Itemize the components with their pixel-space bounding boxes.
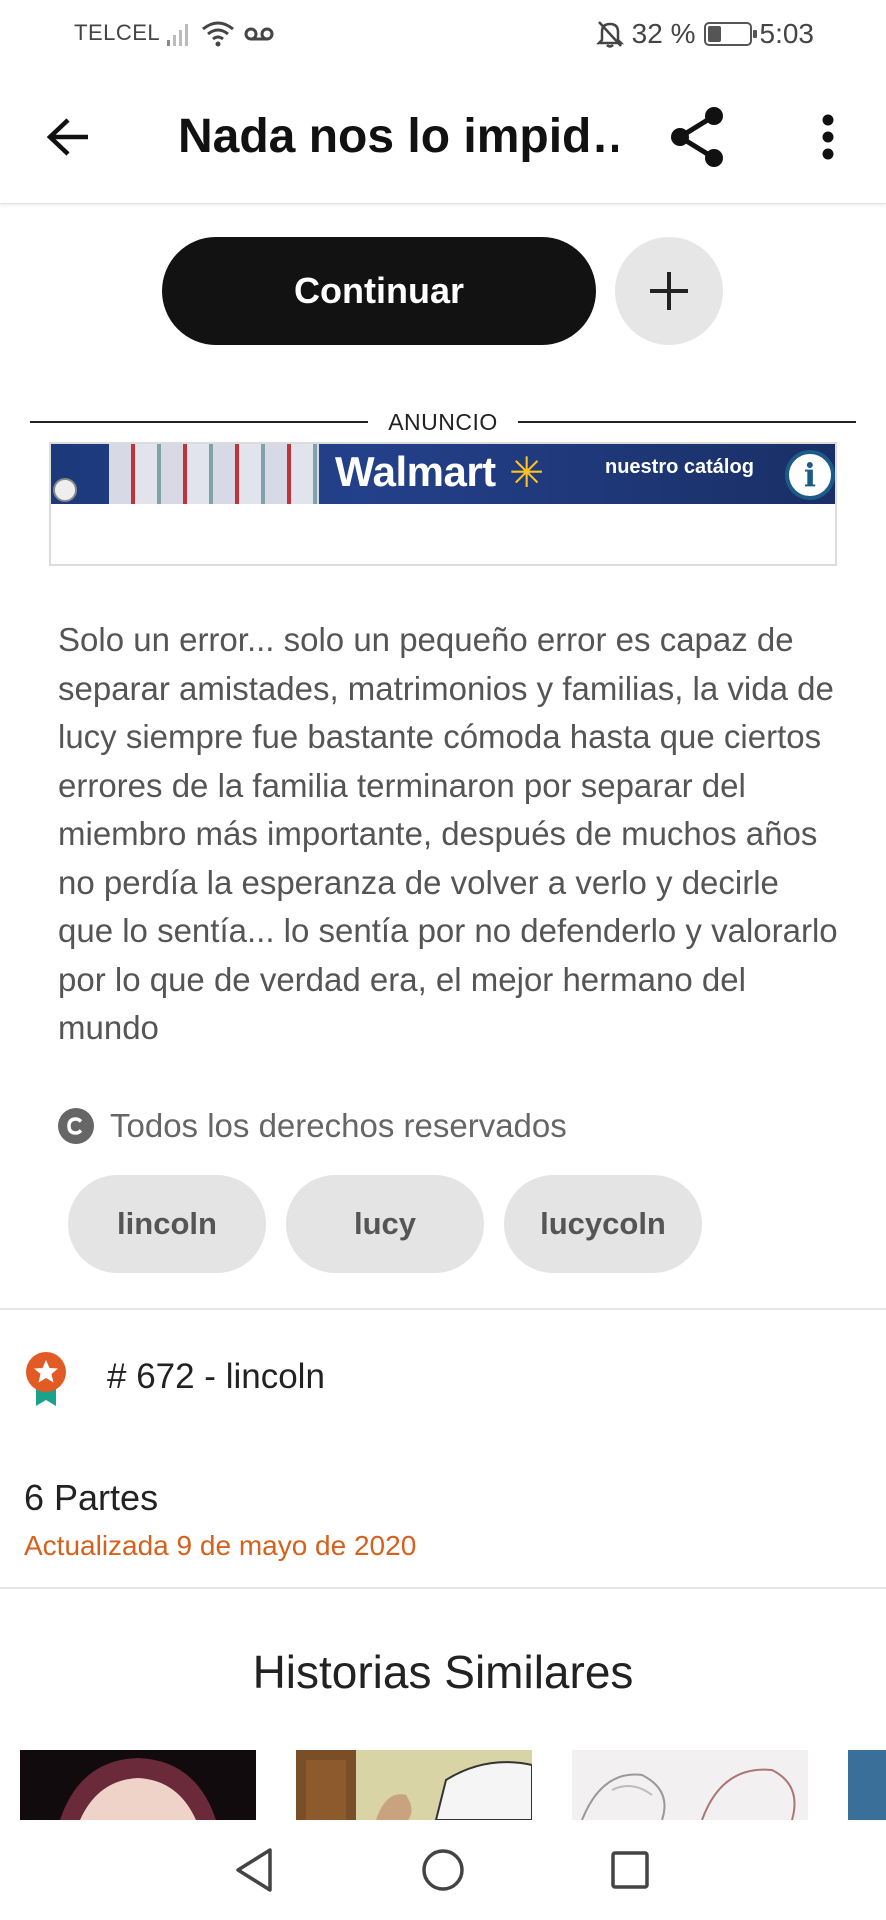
parts-count[interactable]: 6 Partes bbox=[24, 1477, 158, 1519]
battery-percent: 32 % bbox=[631, 18, 696, 49]
similar-stories-carousel[interactable] bbox=[0, 1750, 886, 1820]
ad-catalog-image bbox=[109, 444, 319, 504]
copyright-row: Todos los derechos reservados bbox=[58, 1102, 567, 1150]
signal-icon bbox=[167, 24, 188, 46]
plus-icon bbox=[650, 272, 688, 310]
status-icons-left bbox=[165, 16, 275, 52]
nav-home-button[interactable] bbox=[413, 1840, 473, 1900]
ad-banner[interactable]: Walmart ✳ nuestro catálog i bbox=[51, 444, 835, 504]
copyright-icon bbox=[58, 1108, 94, 1144]
back-button[interactable] bbox=[38, 106, 100, 168]
story-cover[interactable] bbox=[296, 1750, 532, 1820]
nav-recents-icon bbox=[611, 1851, 649, 1889]
divider bbox=[0, 1587, 886, 1589]
tag-lincoln[interactable]: lincoln bbox=[68, 1175, 266, 1273]
info-icon[interactable]: i bbox=[785, 450, 835, 500]
ad-choices-icon[interactable] bbox=[53, 478, 77, 502]
continue-reading-button[interactable]: Continuar bbox=[162, 237, 596, 345]
ranking-badge-icon[interactable] bbox=[24, 1350, 68, 1408]
ad-divider-left bbox=[30, 421, 369, 423]
more-options-button[interactable] bbox=[798, 104, 858, 170]
story-description: Solo un error... solo un pequeño error e… bbox=[58, 621, 838, 1046]
tag-lucycoln[interactable]: lucycoln bbox=[504, 1175, 702, 1273]
nav-back-button[interactable] bbox=[224, 1840, 284, 1900]
story-cover[interactable] bbox=[848, 1750, 886, 1820]
walmart-spark-icon: ✳ bbox=[509, 449, 545, 496]
ranking-text[interactable]: # 672 - lincoln bbox=[107, 1357, 325, 1397]
ad-container[interactable]: Walmart ✳ nuestro catálog i bbox=[49, 442, 837, 566]
updated-date: Actualizada 9 de mayo de 2020 bbox=[24, 1530, 417, 1561]
similar-stories-title: Historias Similares bbox=[252, 1646, 634, 1698]
carrier-name: TELCEL bbox=[74, 20, 161, 45]
clock: 5:03 bbox=[759, 18, 815, 49]
share-icon bbox=[671, 107, 723, 167]
ad-brand-text: nuestro catálog bbox=[605, 456, 754, 478]
story-cover[interactable] bbox=[572, 1750, 808, 1820]
divider bbox=[0, 1308, 886, 1310]
battery-fill bbox=[707, 26, 721, 42]
ad-brand: Walmart bbox=[335, 448, 496, 495]
status-icons-right: 32 % 5:03 bbox=[595, 14, 815, 54]
nav-back-icon bbox=[236, 1848, 272, 1892]
ad-label-row: ANUNCIO bbox=[30, 405, 856, 439]
share-button[interactable] bbox=[664, 104, 730, 170]
add-to-library-button[interactable] bbox=[615, 237, 723, 345]
battery-icon bbox=[703, 22, 757, 46]
wifi-icon bbox=[202, 21, 234, 47]
nav-home-icon bbox=[422, 1849, 464, 1891]
nav-recents-button[interactable] bbox=[600, 1840, 660, 1900]
back-arrow-icon bbox=[46, 118, 88, 156]
copyright-text: Todos los derechos reservados bbox=[110, 1107, 567, 1144]
story-title: Nada nos lo impid… bbox=[178, 110, 618, 163]
tag-list: lincoln lucy lucycoln bbox=[68, 1175, 702, 1273]
ad-label: ANUNCIO bbox=[388, 408, 498, 435]
system-nav-bar bbox=[0, 1820, 886, 1920]
ad-divider-right bbox=[517, 421, 856, 423]
voicemail-icon bbox=[244, 27, 274, 41]
app-bar: Nada nos lo impid… bbox=[0, 68, 886, 204]
tag-lucy[interactable]: lucy bbox=[286, 1175, 484, 1273]
status-bar: TELCEL 32 % 5:03 bbox=[0, 0, 886, 68]
more-vert-icon bbox=[822, 114, 834, 160]
story-cover[interactable] bbox=[20, 1750, 256, 1820]
mute-bell-icon bbox=[595, 21, 624, 48]
